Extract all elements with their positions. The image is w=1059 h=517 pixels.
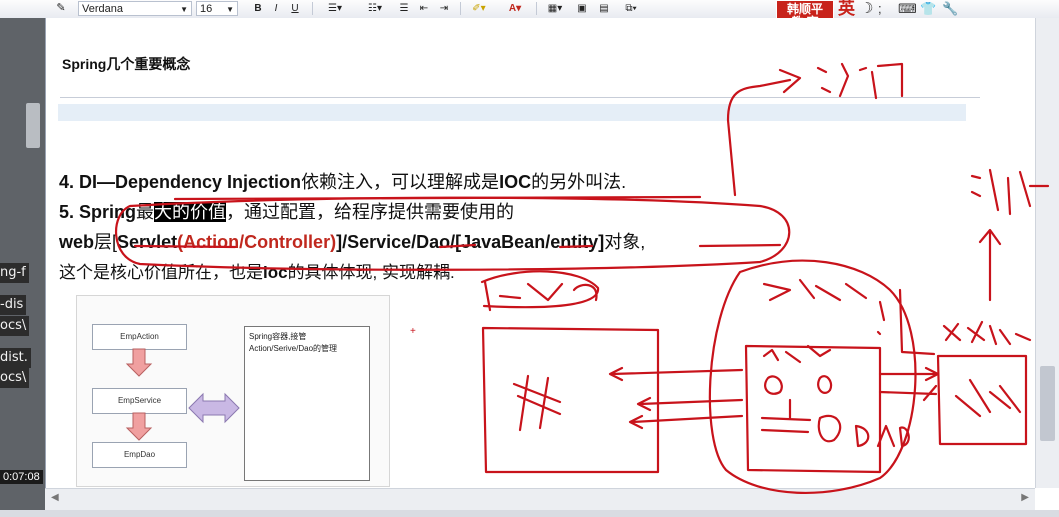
table-icon[interactable]: ▦▾: [542, 1, 568, 16]
picture-icon[interactable]: ▤: [596, 1, 612, 16]
paragraph-web-layer: web层[Servlet(Action/Controller)]/Service…: [59, 228, 645, 254]
numbered-list-icon[interactable]: ☷▾: [360, 1, 390, 16]
web-term: web: [59, 232, 95, 252]
italic-button[interactable]: I: [268, 1, 284, 16]
di-heading: 4. DI—Dependency Injection: [59, 172, 302, 192]
background-text-fragment: -dis: [0, 295, 27, 315]
format-toolbar: ✎ Verdana ▼ 16 ▼ B I U ☰▾ ☷▾ ☰ ⇤ ⇥ ✐▾ A▾ ▦…: [0, 0, 1059, 19]
core-text-1: 这个是核心价值所在，也是: [59, 263, 263, 282]
embedded-diagram-image: EmpAction EmpService EmpDao Spring容器,接管A…: [76, 295, 390, 487]
document-title: Spring几个重要概念: [62, 56, 191, 72]
selected-text: 大的价值: [154, 202, 227, 222]
paragraph-spring-value: 5. Spring最大的价值，通过配置，给程序提供需要使用的: [59, 198, 514, 224]
video-timestamp: 0:07:08: [0, 470, 43, 484]
diagram-spring-container-note: Spring容器,接管Action/Serive/Dao的管理: [244, 326, 370, 481]
background-text-fragment: ng-f: [0, 263, 29, 283]
status-strip: [0, 510, 1059, 517]
background-text-fragment: ocs\: [0, 316, 30, 336]
toolbar-divider: [312, 2, 313, 15]
font-name-value: Verdana: [82, 3, 123, 15]
ioc-term: IOC: [499, 172, 532, 192]
font-size-value: 16: [200, 3, 213, 15]
format-painter-icon[interactable]: ✎: [50, 1, 72, 16]
scroll-left-icon[interactable]: ◀: [51, 492, 59, 503]
shaded-paragraph-bar: [58, 104, 966, 121]
servlet-term: Servlet: [117, 232, 178, 252]
double-arrow-icon: [188, 392, 240, 424]
di-tail: 的另外叫法.: [531, 172, 627, 192]
underline-button[interactable]: U: [287, 1, 303, 16]
moon-icon[interactable]: ☽: [860, 1, 873, 16]
arrow-down-icon: [125, 412, 153, 441]
keyboard-icon[interactable]: ⌨: [898, 1, 917, 16]
arrow-down-icon: [125, 348, 153, 377]
title-divider: [60, 97, 980, 98]
text-color-icon[interactable]: A▾: [502, 1, 528, 16]
bold-button[interactable]: B: [250, 1, 266, 16]
insert-image-icon[interactable]: ▣: [574, 1, 590, 16]
spring-text-2: ，通过配置，给程序提供需要使用的: [226, 202, 515, 222]
core-text-2: 的具体体现, 实现解耦.: [287, 263, 455, 282]
service-dao-entity-terms: ]/Service/Dao/[JavaBean/entity]: [336, 232, 605, 252]
ime-language-indicator[interactable]: 英: [838, 0, 855, 17]
chevron-down-icon: ▼: [226, 5, 234, 14]
scrollbar-thumb[interactable]: [1040, 366, 1055, 441]
indent-icon[interactable]: ⇥: [436, 1, 452, 16]
bullet-list-icon[interactable]: ☰: [396, 1, 412, 16]
align-left-icon[interactable]: ☰▾: [320, 1, 350, 16]
scroll-right-icon[interactable]: ▶: [1021, 492, 1029, 503]
action-controller-term: (Action/Controller): [177, 232, 337, 252]
paragraph-di: 4. DI—Dependency Injection依赖注入，可以理解成是IOC…: [59, 168, 626, 194]
ioc-term: ioc: [263, 263, 288, 282]
highlight-color-icon[interactable]: ✐▾: [466, 1, 492, 16]
toolbar-divider: [536, 2, 537, 15]
paragraph-core-value: 这个是核心价值所在，也是ioc的具体体现, 实现解耦.: [59, 258, 455, 283]
di-text: 依赖注入，可以理解成是: [301, 172, 500, 192]
document-editor[interactable]: Spring几个重要概念 4. DI—Dependency Injection依…: [45, 18, 1036, 488]
layer-text: 层[: [94, 232, 118, 252]
wrench-icon[interactable]: 🔧: [942, 1, 958, 16]
vertical-scrollbar[interactable]: [1035, 18, 1059, 488]
font-name-select[interactable]: Verdana ▼: [78, 1, 192, 16]
toolbar-divider: [460, 2, 461, 15]
text-color-glyph: A: [508, 3, 517, 14]
object-text: 对象,: [604, 232, 646, 252]
punctuation-icon[interactable]: ;: [878, 1, 882, 16]
chevron-down-icon: ▼: [180, 5, 188, 14]
horizontal-scrollbar[interactable]: ◀ ▶: [45, 488, 1035, 511]
background-text-fragment: dist.: [0, 348, 31, 368]
spring-text-1: 最: [136, 202, 155, 222]
skin-shirt-icon[interactable]: 👕: [920, 1, 936, 16]
insert-symbol-icon[interactable]: ⧉▾: [618, 1, 644, 16]
outdent-icon[interactable]: ⇤: [416, 1, 432, 16]
background-text-fragment: ocs\: [0, 368, 30, 388]
spring-heading: 5. Spring: [59, 202, 137, 222]
background-scrollbar-thumb: [26, 103, 40, 148]
font-size-select[interactable]: 16 ▼: [196, 1, 238, 16]
